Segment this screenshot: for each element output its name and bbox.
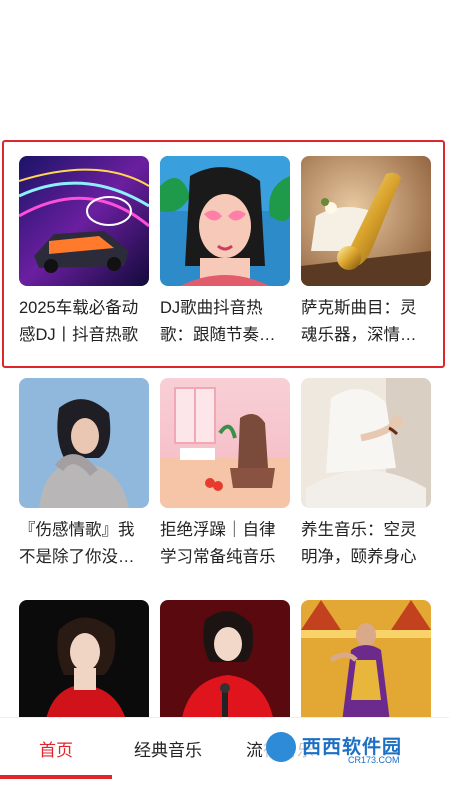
playlist-card[interactable]: DJ歌曲抖音热歌：跟随节奏摇摆 [160, 156, 290, 349]
playlist-card[interactable]: 养生音乐：空灵明净，颐养身心 [301, 378, 431, 571]
playlist-title: 2025车载必备动感DJ丨抖音热歌 [19, 299, 139, 344]
playlist-title: DJ歌曲抖音热歌：跟随节奏摇摆 [160, 299, 276, 344]
playlist-cover-image [301, 156, 431, 286]
watermark-domain: CR173.COM [348, 755, 400, 765]
tab-home[interactable]: 首页 [39, 736, 73, 761]
playlist-cover-image [19, 156, 149, 286]
playlist-card[interactable]: 2025车载必备动感DJ丨抖音热歌 [19, 156, 149, 349]
watermark-icon [266, 732, 296, 762]
playlist-cover-image [19, 378, 149, 508]
playlist-cover-image [301, 378, 431, 508]
tab-classic-music[interactable]: 经典音乐 [134, 736, 202, 761]
playlist-cover-image [19, 600, 149, 730]
playlist-card[interactable]: 『伤感情歌』我不是除了你没人要 [19, 378, 149, 571]
playlist-cover-image [160, 378, 290, 508]
playlist-title: 『伤感情歌』我不是除了你没人要 [19, 521, 135, 566]
active-tab-indicator [0, 775, 112, 779]
playlist-cover-image [160, 156, 290, 286]
playlist-title: 拒绝浮躁｜自律学习常备纯音乐 [160, 521, 276, 566]
playlist-title: 萨克斯曲目：灵魂乐器，深情演绎 [301, 299, 417, 344]
watermark-logo: 西西软件园 CR173.COM [262, 728, 432, 768]
playlist-cover-image [301, 600, 431, 730]
playlist-card[interactable]: 拒绝浮躁｜自律学习常备纯音乐 [160, 378, 290, 571]
playlist-card[interactable]: 萨克斯曲目：灵魂乐器，深情演绎 [301, 156, 431, 349]
playlist-title: 养生音乐：空灵明净，颐养身心 [301, 521, 417, 566]
playlist-cover-image [160, 600, 290, 730]
playlist-grid: 2025车载必备动感DJ丨抖音热歌 DJ歌曲抖音热歌：跟随节奏摇摆 [19, 156, 431, 793]
